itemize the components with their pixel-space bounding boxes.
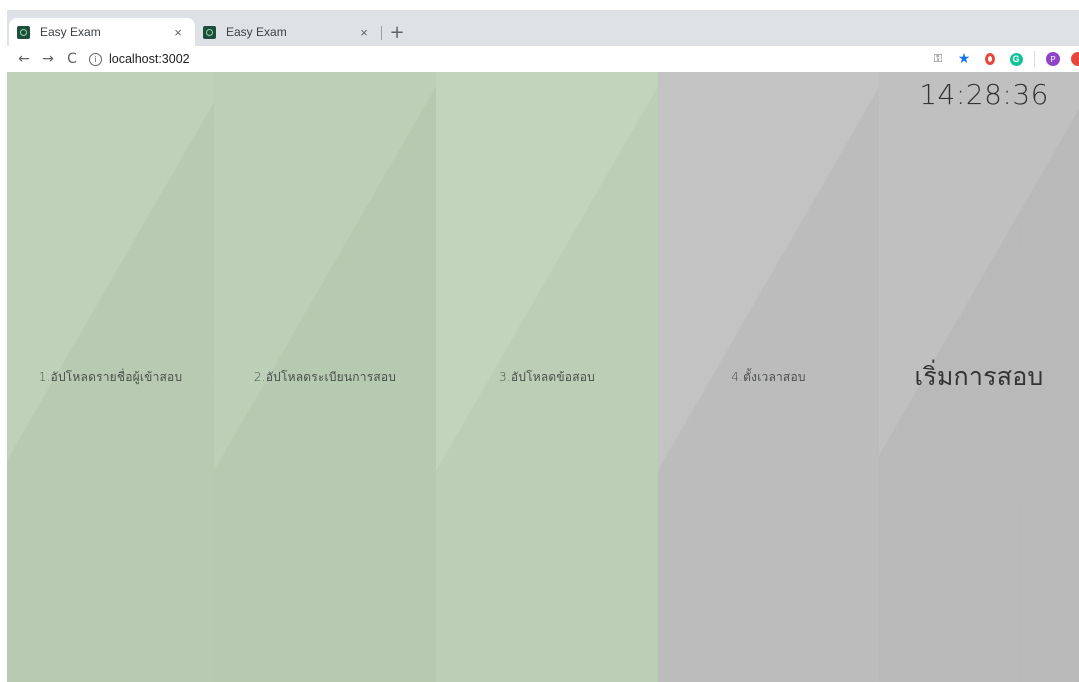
start-exam-label: เริ่มการสอบ [914, 362, 1044, 391]
back-button[interactable]: ← [13, 48, 35, 70]
upload-exam-rules-panel[interactable]: 2.อัปโหลดระเบียนการสอบ [214, 72, 436, 682]
react-favicon-icon [203, 25, 216, 39]
browser-toolbar: ← → C i localhost:3002 ⚿ ★ G P [7, 46, 1079, 72]
extension-red-icon[interactable] [1071, 52, 1079, 66]
tab-strip: Easy Exam × Easy Exam × + [7, 10, 1079, 46]
toolbar-actions: ⚿ ★ G P [920, 46, 1079, 72]
site-info-icon[interactable]: i [89, 52, 102, 66]
panel-label: 4.ตั้งเวลาสอบ [731, 369, 806, 384]
tab-separator [381, 26, 382, 40]
password-key-icon[interactable]: ⚿ [930, 51, 946, 67]
clock-display: 14:28:36 [919, 78, 1049, 111]
tab-title: Easy Exam [226, 25, 287, 39]
reload-button[interactable]: C [61, 48, 83, 70]
new-tab-button[interactable]: + [385, 20, 409, 44]
panel-label: 1.อัปโหลดรายชื่อผู้เข้าสอบ [38, 369, 183, 384]
tab-close-icon[interactable]: × [357, 25, 371, 40]
profile-avatar-icon[interactable]: P [1045, 51, 1061, 67]
upload-examinees-panel[interactable]: 1.อัปโหลดรายชื่อผู้เข้าสอบ [7, 72, 214, 682]
bookmark-star-icon[interactable]: ★ [956, 51, 972, 67]
forward-button[interactable]: → [37, 48, 59, 70]
tab-title: Easy Exam [40, 25, 101, 39]
set-exam-time-panel[interactable]: 4.ตั้งเวลาสอบ [658, 72, 879, 682]
tab-easy-exam[interactable]: Easy Exam × [195, 18, 381, 46]
panel-label: 3.อัปโหลดข้อสอบ [499, 369, 595, 384]
app-content: 1.อัปโหลดรายชื่อผู้เข้าสอบ 2.อัปโหลดระเบ… [7, 72, 1079, 682]
opera-extension-icon[interactable] [982, 51, 998, 67]
grammarly-extension-icon[interactable]: G [1008, 51, 1024, 67]
react-favicon-icon [17, 25, 30, 39]
panel-label: 2.อัปโหลดระเบียนการสอบ [253, 369, 397, 384]
tab-easy-exam-active[interactable]: Easy Exam × [9, 18, 195, 46]
address-text: localhost:3002 [109, 52, 190, 66]
address-bar[interactable]: i localhost:3002 [89, 48, 190, 70]
browser-window: Easy Exam × Easy Exam × + ← → C i localh… [7, 10, 1079, 682]
tab-close-icon[interactable]: × [171, 25, 185, 40]
toolbar-divider [1034, 51, 1035, 67]
upload-exam-panel[interactable]: 3.อัปโหลดข้อสอบ [436, 72, 658, 682]
start-exam-panel[interactable]: 14:28:36 เริ่มการสอบ [879, 72, 1079, 682]
